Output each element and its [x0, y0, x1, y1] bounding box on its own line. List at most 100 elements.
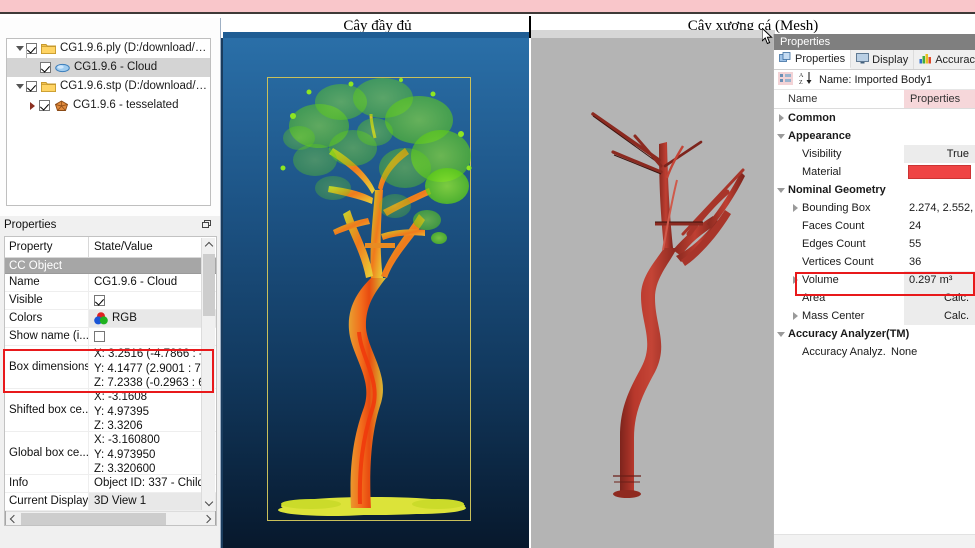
row-bounding-box-value: 2.274, 2.552,	[909, 202, 974, 214]
row-visibility-value[interactable]: True	[904, 145, 975, 163]
mesh-trunk	[620, 248, 677, 494]
mesh-icon	[54, 99, 69, 112]
float-window-icon[interactable]	[202, 220, 212, 229]
row-box-dimensions[interactable]: Box dimensions X: 3.2516 (-4.7866 : -1 Y…	[5, 346, 216, 389]
group-nominal-geometry[interactable]: Nominal Geometry	[774, 181, 975, 199]
group-common-label: Common	[788, 112, 836, 124]
visibility-checkbox[interactable]	[26, 81, 37, 92]
row-current-display-value[interactable]: 3D View 1	[89, 493, 216, 510]
chevron-right-icon[interactable]	[26, 96, 39, 115]
properties-horizontal-scrollbar[interactable]	[6, 511, 215, 525]
row-global-box-center[interactable]: Global box ce... X: -3.160800 Y: 4.97395…	[5, 432, 216, 475]
point-cloud-viewport[interactable]	[223, 38, 530, 548]
visibility-checkbox[interactable]	[26, 43, 37, 54]
scroll-left-button[interactable]	[6, 512, 20, 525]
db-tree[interactable]: CG1.9.6.ply (D:/download/3d... CG1.9.6 -…	[6, 38, 211, 206]
shifted-box-y: Y: 4.97395	[94, 405, 149, 418]
scroll-up-button[interactable]	[202, 238, 216, 252]
tab-accuracy[interactable]: Accuracy	[914, 50, 975, 69]
row-shifted-box-label: Shifted box ce...	[5, 389, 89, 432]
row-volume[interactable]: Volume 0.297 m³	[774, 271, 975, 289]
section-cc-object: CC Object	[5, 258, 216, 274]
chevron-right-icon[interactable]	[788, 276, 802, 284]
row-mass-center-label: Mass Center	[802, 310, 865, 322]
tree-item-label: CG1.9.6 - Cloud	[74, 61, 158, 73]
scroll-right-button[interactable]	[201, 512, 215, 525]
visibility-checkbox[interactable]	[39, 100, 50, 111]
row-info[interactable]: Info Object ID: 337 - Child	[5, 475, 216, 493]
row-show-name-value[interactable]	[89, 328, 216, 345]
group-common[interactable]: Common	[774, 109, 975, 127]
mesh-viewport[interactable]	[531, 38, 775, 548]
row-edges-count[interactable]: Edges Count 55	[774, 235, 975, 253]
imported-body-name-label: Name: Imported Body1	[819, 73, 933, 86]
group-appearance[interactable]: Appearance	[774, 127, 975, 145]
properties-table[interactable]: Property State/Value CC Object Name CG1.…	[4, 236, 217, 526]
chevron-right-icon[interactable]	[774, 114, 788, 122]
chevron-down-icon[interactable]	[13, 39, 26, 58]
vertical-scroll-thumb[interactable]	[203, 254, 215, 316]
group-nominal-geometry-value	[904, 181, 975, 199]
scroll-down-button[interactable]	[202, 496, 216, 510]
row-visible-value[interactable]	[89, 292, 216, 309]
properties-table-header: Property State/Value	[5, 237, 216, 258]
shifted-box-x: X: -3.1608	[94, 391, 148, 403]
group-accuracy-analyzer-value	[944, 325, 975, 343]
row-mass-center[interactable]: Mass Center Calc.	[774, 307, 975, 325]
tab-properties[interactable]: Properties	[774, 50, 852, 69]
row-edges-count-value: 55	[909, 238, 922, 250]
material-color-swatch[interactable]	[908, 165, 971, 179]
chevron-right-icon[interactable]	[788, 204, 802, 212]
col-header-property: Property	[5, 237, 89, 257]
svg-text:A: A	[799, 73, 804, 79]
row-name[interactable]: Name CG1.9.6 - Cloud	[5, 274, 216, 292]
app-window: Cây đầy đủ Cây xương cá (Mesh) CG1.9.6.p…	[0, 0, 975, 548]
tree-item-stp-root[interactable]: CG1.9.6.stp (D:/download/3d...	[7, 77, 210, 96]
right-panel-tabs[interactable]: Properties Display Accurac	[774, 50, 975, 70]
chevron-down-icon[interactable]	[774, 331, 788, 337]
ground-points	[278, 497, 466, 516]
top-pink-banner	[0, 0, 975, 14]
row-shifted-box-center[interactable]: Shifted box ce... X: -3.1608 Y: 4.97395 …	[5, 389, 216, 432]
right-panel-toolbar[interactable]: A Z Name: Imported Body1	[774, 70, 975, 90]
row-show-name[interactable]: Show name (i...	[5, 328, 216, 346]
categorize-icon[interactable]	[778, 71, 793, 88]
sort-az-icon[interactable]: A Z	[799, 71, 813, 88]
tab-display[interactable]: Display	[851, 50, 915, 69]
row-material-label: Material	[802, 166, 842, 178]
row-bounding-box[interactable]: Bounding Box 2.274, 2.552,	[774, 199, 975, 217]
tab-display-label: Display	[872, 53, 909, 66]
chevron-down-icon[interactable]	[774, 133, 788, 139]
row-colors-value[interactable]: RGB	[89, 310, 216, 327]
tree-item-cloud[interactable]: CG1.9.6 - Cloud	[7, 58, 210, 77]
chevron-right-icon[interactable]	[788, 312, 802, 320]
row-current-display[interactable]: Current Display 3D View 1	[5, 493, 216, 511]
row-accuracy-analyzer[interactable]: Accuracy Analyz... None	[774, 343, 975, 361]
chevron-down-icon[interactable]	[13, 77, 26, 96]
row-show-name-label: Show name (i...	[5, 328, 89, 345]
group-appearance-label: Appearance	[788, 130, 851, 142]
row-colors[interactable]: Colors RGB	[5, 310, 216, 328]
row-visible[interactable]: Visible	[5, 292, 216, 310]
group-accuracy-analyzer[interactable]: Accuracy Analyzer(TM)	[774, 325, 975, 343]
row-vertices-count[interactable]: Vertices Count 36	[774, 253, 975, 271]
visible-checkbox[interactable]	[94, 295, 105, 306]
row-visibility[interactable]: Visibility True	[774, 145, 975, 163]
horizontal-scroll-thumb[interactable]	[21, 513, 166, 525]
row-material[interactable]: Material	[774, 163, 975, 181]
show-name-checkbox[interactable]	[94, 331, 105, 342]
chevron-down-icon[interactable]	[774, 187, 788, 193]
trunk-points	[348, 278, 386, 508]
row-mass-center-value[interactable]: Calc.	[904, 307, 975, 325]
visibility-checkbox[interactable]	[40, 62, 51, 73]
row-visibility-label: Visibility	[802, 148, 842, 160]
row-global-box-label: Global box ce...	[5, 432, 89, 475]
tree-item-tesselated[interactable]: CG1.9.6 - tesselated	[7, 96, 210, 115]
row-material-value[interactable]	[904, 163, 975, 181]
tree-item-ply-root[interactable]: CG1.9.6.ply (D:/download/3d...	[7, 39, 210, 58]
row-faces-count[interactable]: Faces Count 24	[774, 217, 975, 235]
row-area-value[interactable]: Calc.	[904, 289, 975, 307]
row-area[interactable]: Area Calc.	[774, 289, 975, 307]
properties-vertical-scrollbar[interactable]	[201, 238, 215, 510]
row-colors-value-label: RGB	[112, 312, 137, 324]
